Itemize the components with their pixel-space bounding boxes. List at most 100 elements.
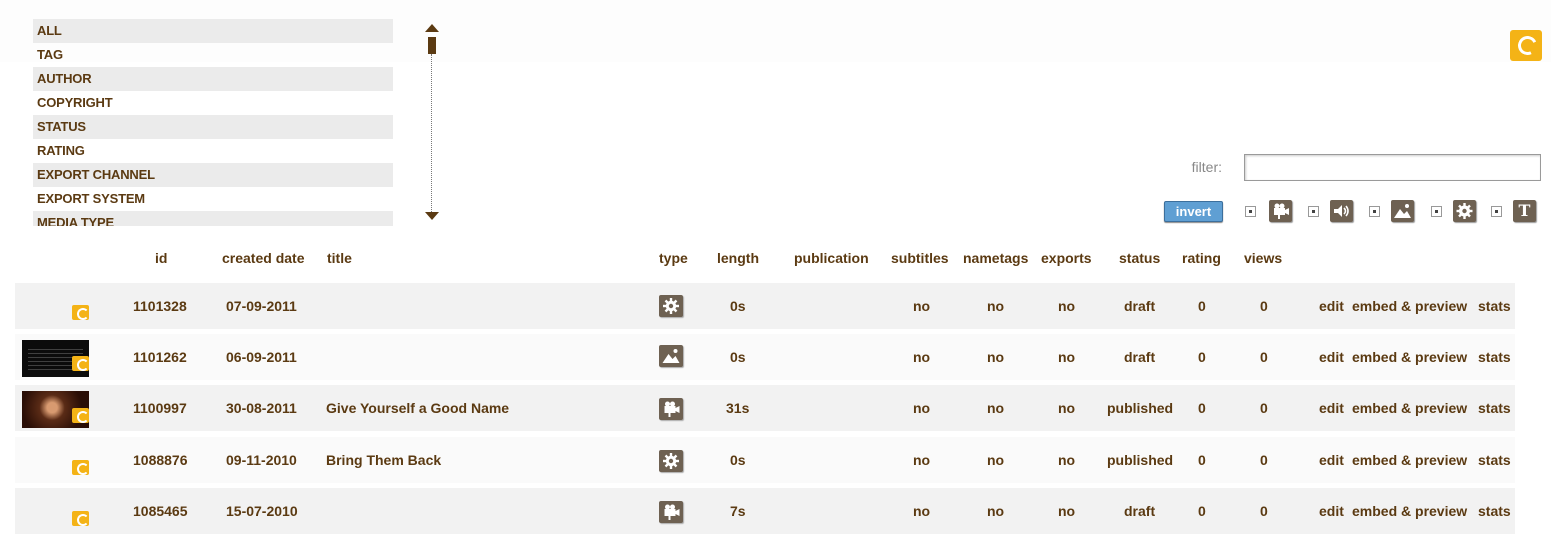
embed-preview-link[interactable]: embed & preview xyxy=(1352,334,1467,380)
facet-item-rating[interactable]: RATING xyxy=(33,139,393,163)
media-badge-icon xyxy=(72,408,89,423)
row-nametags: no xyxy=(987,503,1005,519)
scroll-down-arrow-icon[interactable] xyxy=(425,212,439,220)
video-icon xyxy=(1269,200,1292,222)
video-filter-checkbox[interactable] xyxy=(1245,206,1256,217)
column-header-type[interactable]: type xyxy=(659,250,688,266)
column-header-subtitles[interactable]: subtitles xyxy=(891,250,949,266)
scroll-thumb[interactable] xyxy=(428,37,436,54)
row-rating: 0 xyxy=(1198,400,1206,416)
embed-preview-link[interactable]: embed & preview xyxy=(1352,488,1467,534)
edit-link[interactable]: edit xyxy=(1319,437,1344,483)
row-nametags: no xyxy=(987,298,1005,314)
column-header-publication[interactable]: publication xyxy=(794,250,869,266)
settings-icon xyxy=(659,295,683,317)
row-views: 0 xyxy=(1260,452,1268,468)
media-badge-icon xyxy=(72,511,89,526)
row-nametags: no xyxy=(987,452,1005,468)
row-views: 0 xyxy=(1260,503,1268,519)
video-icon xyxy=(659,398,683,420)
row-subtitles: no xyxy=(913,452,931,468)
table-row[interactable]: 1101262 06-09-2011 0s no no no draft 0 0… xyxy=(15,334,1515,380)
row-created-date: 09-11-2010 xyxy=(226,452,297,468)
row-rating: 0 xyxy=(1198,503,1206,519)
stats-link[interactable]: stats xyxy=(1478,334,1511,380)
stats-link[interactable]: stats xyxy=(1478,488,1511,534)
column-header-id[interactable]: id xyxy=(155,250,167,266)
column-header-rating[interactable]: rating xyxy=(1182,250,1221,266)
column-header-nametags[interactable]: nametags xyxy=(963,250,1028,266)
row-rating: 0 xyxy=(1198,349,1206,365)
table-row[interactable]: 1101328 07-09-2011 0s no no no draft 0 0… xyxy=(15,283,1515,329)
row-exports: no xyxy=(1058,503,1076,519)
facet-item-author[interactable]: AUTHOR xyxy=(33,67,393,91)
facet-item-export-channel[interactable]: EXPORT CHANNEL xyxy=(33,163,393,187)
media-badge-icon xyxy=(72,305,89,320)
row-title[interactable]: Bring Them Back xyxy=(326,437,441,483)
stats-link[interactable]: stats xyxy=(1478,283,1511,329)
row-exports: no xyxy=(1058,298,1076,314)
row-id: 1101328 xyxy=(133,298,187,314)
text-icon: T xyxy=(1513,200,1536,222)
column-header-exports[interactable]: exports xyxy=(1041,250,1092,266)
row-views: 0 xyxy=(1260,349,1268,365)
invert-button[interactable]: invert xyxy=(1164,201,1223,222)
filter-label: filter: xyxy=(1191,159,1222,175)
facet-item-all[interactable]: ALL xyxy=(33,19,393,43)
row-status: published xyxy=(1107,400,1174,416)
row-created-date: 15-07-2010 xyxy=(226,503,298,519)
row-exports: no xyxy=(1058,400,1076,416)
embed-preview-link[interactable]: embed & preview xyxy=(1352,437,1467,483)
facet-item-copyright[interactable]: COPYRIGHT xyxy=(33,91,393,115)
video-icon xyxy=(659,501,683,523)
embed-preview-link[interactable]: embed & preview xyxy=(1352,385,1467,431)
row-length: 0s xyxy=(730,298,746,314)
edit-link[interactable]: edit xyxy=(1319,334,1344,380)
scroll-up-arrow-icon[interactable] xyxy=(425,24,439,32)
row-rating: 0 xyxy=(1198,298,1206,314)
table-row[interactable]: 1088876 09-11-2010 Bring Them Back 0s no… xyxy=(15,437,1515,483)
facet-item-media-type[interactable]: MEDIA TYPE xyxy=(33,211,393,226)
facet-scrollbar[interactable] xyxy=(423,22,441,222)
row-views: 0 xyxy=(1260,400,1268,416)
row-title[interactable]: Give Yourself a Good Name xyxy=(326,385,509,431)
column-header-status[interactable]: status xyxy=(1119,250,1160,266)
stats-link[interactable]: stats xyxy=(1478,385,1511,431)
text-filter-checkbox[interactable] xyxy=(1491,206,1502,217)
row-status: draft xyxy=(1124,298,1156,314)
settings-filter-checkbox[interactable] xyxy=(1431,206,1442,217)
row-status: published xyxy=(1107,452,1174,468)
facet-list: ALL TAG AUTHOR COPYRIGHT STATUS RATING E… xyxy=(33,19,393,226)
column-header-created-date[interactable]: created date xyxy=(222,250,304,266)
stats-link[interactable]: stats xyxy=(1478,437,1511,483)
audio-filter-checkbox[interactable] xyxy=(1308,206,1319,217)
media-badge-icon xyxy=(72,460,89,475)
table-row[interactable]: 1085465 15-07-2010 7s no no no draft 0 0… xyxy=(15,488,1515,534)
embed-preview-link[interactable]: embed & preview xyxy=(1352,283,1467,329)
filter-input[interactable] xyxy=(1244,154,1541,181)
column-header-title[interactable]: title xyxy=(327,250,352,266)
audio-icon xyxy=(1330,200,1353,222)
facet-item-tag[interactable]: TAG xyxy=(33,43,393,67)
media-badge-icon xyxy=(72,356,89,371)
column-header-length[interactable]: length xyxy=(717,250,759,266)
table-row[interactable]: 1100997 30-08-2011 Give Yourself a Good … xyxy=(15,385,1515,431)
facet-item-status[interactable]: STATUS xyxy=(33,115,393,139)
image-filter-checkbox[interactable] xyxy=(1369,206,1380,217)
facet-item-export-system[interactable]: EXPORT SYSTEM xyxy=(33,187,393,211)
row-status: draft xyxy=(1124,349,1156,365)
row-subtitles: no xyxy=(913,349,931,365)
row-subtitles: no xyxy=(913,503,931,519)
row-rating: 0 xyxy=(1198,452,1206,468)
brand-logo-icon[interactable] xyxy=(1510,30,1542,61)
edit-link[interactable]: edit xyxy=(1319,488,1344,534)
image-icon xyxy=(1391,200,1414,222)
image-icon xyxy=(659,345,683,367)
column-header-views[interactable]: views xyxy=(1244,250,1282,266)
row-length: 0s xyxy=(730,349,746,365)
edit-link[interactable]: edit xyxy=(1319,385,1344,431)
row-id: 1101262 xyxy=(133,349,187,365)
row-id: 1100997 xyxy=(133,400,187,416)
edit-link[interactable]: edit xyxy=(1319,283,1344,329)
scroll-track[interactable] xyxy=(431,54,432,212)
